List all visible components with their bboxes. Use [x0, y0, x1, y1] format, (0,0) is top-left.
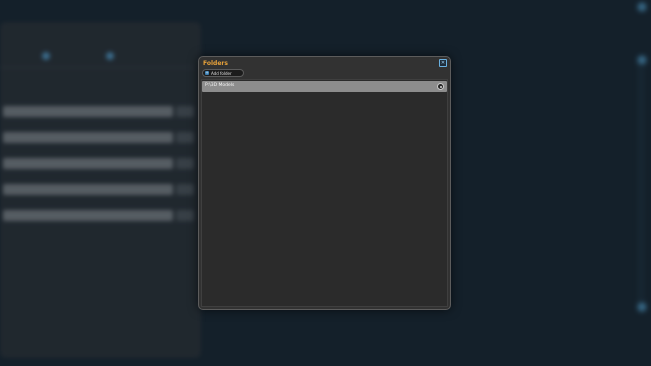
- folder-path: P:\3D Models: [205, 83, 235, 88]
- background-row: [3, 132, 173, 143]
- background-row: [3, 210, 173, 221]
- background-row-end: [176, 132, 194, 143]
- background-panel: [0, 22, 201, 358]
- dialog-title: Folders: [203, 60, 228, 67]
- folder-list-item[interactable]: P:\3D Models: [202, 81, 447, 92]
- close-icon[interactable]: ✕: [439, 59, 447, 67]
- background-row-end: [176, 210, 194, 221]
- background-row-end: [176, 184, 194, 195]
- background-divider: [0, 67, 195, 68]
- background-row: [3, 106, 173, 117]
- background-row: [3, 184, 173, 195]
- add-folder-button[interactable]: + Add folder: [202, 69, 244, 77]
- add-folder-label: Add folder: [211, 70, 232, 76]
- remove-icon[interactable]: [437, 83, 444, 90]
- background-row: [3, 158, 173, 169]
- background-toggle-icon: [42, 52, 50, 60]
- background-toggle-icon: [106, 52, 114, 60]
- background-indicator-icon: [638, 303, 646, 311]
- background-indicator-icon: [638, 3, 646, 11]
- background-row-end: [176, 158, 194, 169]
- folders-dialog: Folders ✕ + Add folder P:\3D Models: [198, 56, 451, 310]
- folder-list: P:\3D Models: [201, 79, 448, 307]
- background-indicator-icon: [638, 56, 646, 64]
- background-scroll-rail: [637, 58, 645, 314]
- background-row-end: [176, 106, 194, 117]
- add-folder-icon: +: [205, 70, 209, 75]
